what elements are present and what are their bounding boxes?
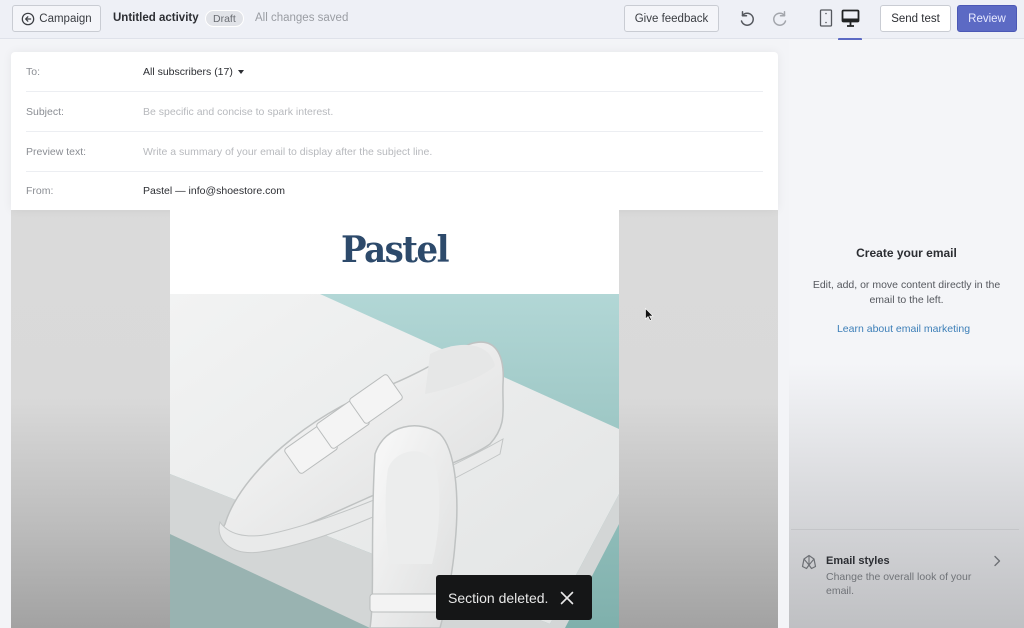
redo-icon[interactable] xyxy=(771,10,789,28)
status-badge: Draft xyxy=(205,10,244,27)
caret-down-icon xyxy=(237,69,244,74)
paint-palette-icon xyxy=(801,554,817,570)
toast-notification: Section deleted. xyxy=(436,575,592,620)
to-field[interactable]: To: All subscribers (17) xyxy=(26,52,763,92)
arrow-left-circle-icon xyxy=(21,12,35,25)
panel-title: Create your email xyxy=(856,246,957,260)
preview-text-field[interactable]: Preview text: Write a summary of your em… xyxy=(26,132,763,172)
learn-email-marketing-link[interactable]: Learn about email marketing xyxy=(789,323,1018,335)
recipients-value: All subscribers (17) xyxy=(143,65,233,78)
mobile-view-icon[interactable] xyxy=(819,9,833,27)
subject-label: Subject: xyxy=(26,105,64,118)
back-button-label: Campaign xyxy=(39,12,92,25)
top-bar: Campaign Untitled activity Draft All cha… xyxy=(0,0,1024,41)
from-field[interactable]: From: Pastel — info@shoestore.com xyxy=(26,171,763,211)
panel-divider xyxy=(791,529,1019,530)
email-styles-title: Email styles xyxy=(826,555,890,567)
chevron-right-icon xyxy=(994,555,1001,567)
panel-description: Edit, add, or move content directly in t… xyxy=(812,279,1001,306)
undo-icon[interactable] xyxy=(738,10,756,28)
close-icon[interactable] xyxy=(560,591,574,605)
send-test-button[interactable]: Send test xyxy=(880,5,951,32)
desktop-view-icon[interactable] xyxy=(841,9,860,28)
email-header-fields: To: All subscribers (17) Subject: Be spe… xyxy=(11,52,778,210)
email-styles-item[interactable]: Email styles Change the overall look of … xyxy=(799,550,1014,600)
preview-text-label: Preview text: xyxy=(26,145,87,158)
save-status: All changes saved xyxy=(255,12,349,24)
activity-title: Untitled activity xyxy=(113,12,199,24)
subject-field[interactable]: Subject: Be specific and concise to spar… xyxy=(26,92,763,132)
right-panel: Create your email Edit, add, or move con… xyxy=(789,40,1024,628)
to-label: To: xyxy=(26,65,41,78)
email-logo[interactable]: Pastel xyxy=(170,228,619,271)
give-feedback-button[interactable]: Give feedback xyxy=(624,5,719,32)
toast-message: Section deleted. xyxy=(448,589,549,606)
recipients-dropdown[interactable]: All subscribers (17) xyxy=(143,66,244,78)
preview-text-input[interactable]: Write a summary of your email to display… xyxy=(143,146,432,158)
from-label: From: xyxy=(26,185,54,197)
subject-input[interactable]: Be specific and concise to spark interes… xyxy=(143,106,333,118)
email-styles-description: Change the overall look of your email. xyxy=(826,571,972,597)
review-button[interactable]: Review xyxy=(957,5,1017,32)
mouse-cursor-icon xyxy=(645,308,654,321)
back-to-campaign-button[interactable]: Campaign xyxy=(12,5,101,32)
from-value[interactable]: Pastel — info@shoestore.com xyxy=(143,185,285,197)
email-preview[interactable]: Pastel xyxy=(170,210,619,628)
